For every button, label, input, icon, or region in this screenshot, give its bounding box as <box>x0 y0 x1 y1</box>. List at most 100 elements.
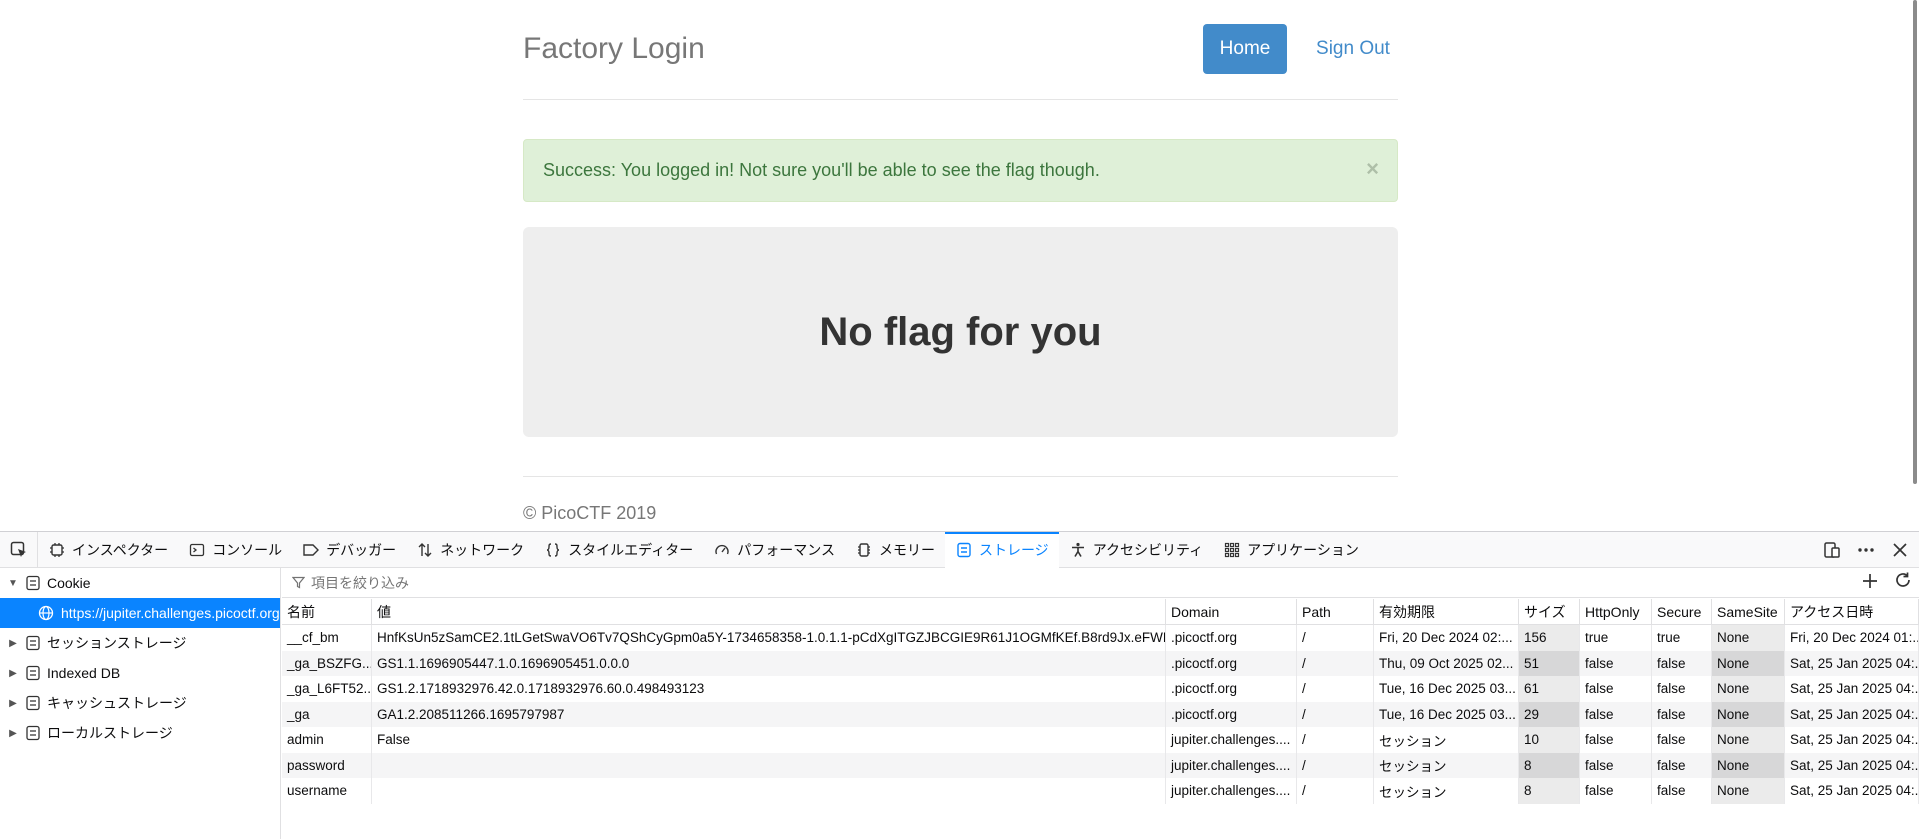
table-cell: false <box>1652 778 1712 804</box>
column-header[interactable]: アクセス日時 <box>1785 599 1919 624</box>
tab-label: パフォーマンス <box>737 541 835 558</box>
filter-icon <box>292 576 305 589</box>
tab-storage[interactable]: ストレージ <box>944 531 1059 568</box>
tab-label: メモリー <box>878 541 935 558</box>
more-options-icon[interactable] <box>1851 535 1881 565</box>
table-cell: Fri, 20 Dec 2024 02:... <box>1374 625 1519 651</box>
tab-debugger[interactable]: デバッガー <box>292 532 406 568</box>
refresh-icon[interactable] <box>1893 570 1913 596</box>
tree-item-label: キャッシュストレージ <box>47 695 187 711</box>
table-cell: Thu, 09 Oct 2025 02... <box>1374 650 1519 676</box>
table-cell: jupiter.challenges.... <box>1166 778 1297 804</box>
responsive-design-icon[interactable] <box>1817 535 1847 565</box>
table-cell: .picoctf.org <box>1166 650 1297 676</box>
column-header[interactable]: SameSite <box>1712 599 1785 624</box>
table-cell: Sat, 25 Jan 2025 04:... <box>1785 650 1919 676</box>
table-cell: jupiter.challenges.... <box>1166 752 1297 778</box>
filter-input[interactable] <box>311 574 1211 591</box>
network-icon <box>416 541 434 559</box>
filter-bar <box>282 568 1919 598</box>
table-cell <box>372 778 1166 804</box>
table-cell: .picoctf.org <box>1166 701 1297 727</box>
tree-item-cache-storage[interactable]: ▶ キャッシュストレージ <box>0 688 280 718</box>
tab-label: コンソール <box>212 541 283 558</box>
table-cell: false <box>1652 650 1712 676</box>
tree-item-cookie-host[interactable]: https://jupiter.challenges.picoctf.org <box>0 598 280 628</box>
table-row[interactable]: _ga GA1.2.208511266.1695797987 .picoctf.or… <box>282 701 1919 727</box>
table-row[interactable]: admin False jupiter.challenges.... / セッション 10… <box>282 727 1919 753</box>
memory-icon <box>855 541 873 559</box>
add-item-icon[interactable] <box>1861 570 1879 596</box>
nav-home-button[interactable]: Home <box>1203 24 1287 74</box>
table-row[interactable]: username jupiter.challenges.... / セッション 8 fal… <box>282 778 1919 804</box>
column-header[interactable]: Path <box>1297 599 1374 624</box>
table-cell: Tue, 16 Dec 2025 03... <box>1374 701 1519 727</box>
page-scrollbar[interactable] <box>1913 0 1917 484</box>
tab-memory[interactable]: メモリー <box>845 532 945 568</box>
tree-item-cookie[interactable]: ▼ Cookie <box>0 568 280 598</box>
table-cell: 29 <box>1519 701 1580 727</box>
tree-item-indexed-db[interactable]: ▶ Indexed DB <box>0 658 280 688</box>
table-row[interactable]: _ga_L6FT52... GS1.2.1718932976.42.0.17189… <box>282 676 1919 702</box>
table-cell: false <box>1580 676 1652 702</box>
table-row[interactable]: __cf_bm HnfKsUn5zSamCE2.1tLGetSwaVO6Tv7QS… <box>282 625 1919 651</box>
nav-signout-link[interactable]: Sign Out <box>1309 24 1397 74</box>
table-cell: true <box>1652 625 1712 651</box>
tab-application[interactable]: アプリケーション <box>1213 532 1369 568</box>
table-cell: false <box>1580 701 1652 727</box>
table-header: 名前値 Domain Path 有効期限 サイズ HttpOnly Secure SameSi… <box>282 599 1919 625</box>
page-header: Factory Login Home Sign Out <box>523 0 1398 100</box>
table-cell: false <box>1580 752 1652 778</box>
footer-divider <box>523 476 1398 477</box>
table-cell: / <box>1297 727 1374 753</box>
cookie-table: 名前値 Domain Path 有効期限 サイズ HttpOnly Secure SameSi… <box>282 599 1919 839</box>
expand-right-icon[interactable]: ▶ <box>6 698 20 709</box>
expand-right-icon[interactable]: ▶ <box>6 728 20 739</box>
table-cell: Sat, 25 Jan 2025 04:... <box>1785 752 1919 778</box>
table-cell: false <box>1652 727 1712 753</box>
expand-down-icon[interactable]: ▼ <box>6 578 20 589</box>
tree-item-label: https://jupiter.challenges.picoctf.org <box>61 605 280 621</box>
table-row[interactable]: password jupiter.challenges.... / セッション 8 fal… <box>282 752 1919 778</box>
column-header[interactable]: サイズ <box>1519 599 1580 624</box>
table-cell: 8 <box>1519 752 1580 778</box>
expand-right-icon[interactable]: ▶ <box>6 638 20 649</box>
element-picker-icon[interactable] <box>0 531 38 568</box>
application-icon <box>1223 541 1241 559</box>
table-cell: false <box>1580 778 1652 804</box>
tab-style-editor[interactable]: スタイルエディター <box>534 532 703 568</box>
database-icon <box>24 634 42 652</box>
tab-performance[interactable]: パフォーマンス <box>703 532 845 568</box>
table-cell: None <box>1712 650 1785 676</box>
column-header[interactable]: 有効期限 <box>1374 599 1519 624</box>
column-header[interactable]: HttpOnly <box>1580 599 1652 624</box>
table-cell: Sat, 25 Jan 2025 04:... <box>1785 727 1919 753</box>
console-icon <box>188 541 206 559</box>
table-cell: HnfKsUn5zSamCE2.1tLGetSwaVO6Tv7QShCyGpm0… <box>372 625 1166 651</box>
tab-accessibility[interactable]: アクセシビリティ <box>1059 532 1213 568</box>
devtools-toolbar: インスペクター コンソール デバッガー ネットワーク スタイルエディター パフォーマンス メ… <box>0 531 1919 568</box>
tab-inspector[interactable]: インスペクター <box>38 532 178 568</box>
tree-item-label: セッションストレージ <box>47 635 187 651</box>
tree-item-session-storage[interactable]: ▶ セッションストレージ <box>0 628 280 658</box>
table-cell: 10 <box>1519 727 1580 753</box>
tab-console[interactable]: コンソール <box>178 532 292 568</box>
column-header[interactable]: Secure <box>1652 599 1712 624</box>
table-cell: / <box>1297 778 1374 804</box>
tree-item-label: Indexed DB <box>47 665 121 681</box>
globe-icon <box>38 605 54 621</box>
table-cell: 51 <box>1519 650 1580 676</box>
table-row[interactable]: _ga_BSZFG... GS1.1.1696905447.1.0.1696905… <box>282 650 1919 676</box>
table-cell: None <box>1712 701 1785 727</box>
column-header[interactable]: 値 <box>372 599 1166 624</box>
table-cell: Fri, 20 Dec 2024 01:... <box>1785 625 1919 651</box>
column-header[interactable]: 名前 <box>282 599 372 624</box>
table-cell: true <box>1580 625 1652 651</box>
close-devtools-icon[interactable] <box>1885 535 1915 565</box>
column-header[interactable]: Domain <box>1166 599 1297 624</box>
tab-network[interactable]: ネットワーク <box>406 532 534 568</box>
close-icon[interactable]: × <box>1366 156 1379 182</box>
expand-right-icon[interactable]: ▶ <box>6 668 20 679</box>
table-cell: jupiter.challenges.... <box>1166 727 1297 753</box>
tree-item-local-storage[interactable]: ▶ ローカルストレージ <box>0 718 280 748</box>
